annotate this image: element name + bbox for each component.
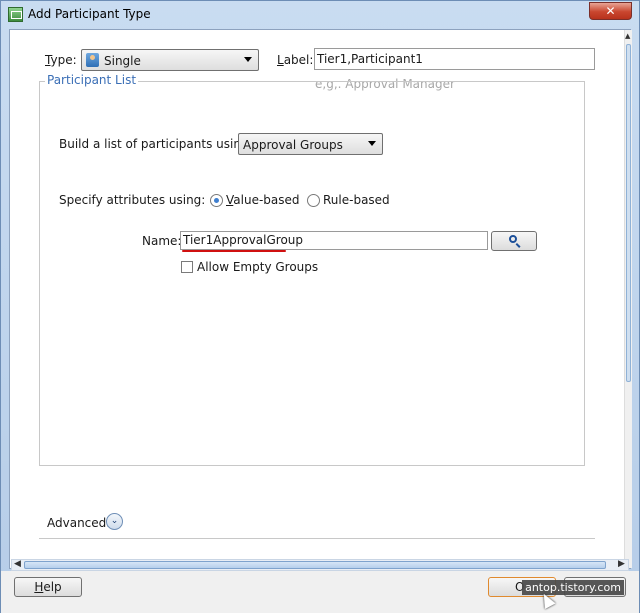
rule-based-radio[interactable]: [307, 194, 320, 207]
label-input[interactable]: Tier1,Participant1: [314, 48, 595, 70]
scroll-up-icon[interactable]: ▲: [625, 32, 630, 40]
close-button[interactable]: ✕: [589, 2, 632, 20]
build-list-label: Build a list of participants using:: [59, 137, 253, 151]
dialog-window: Add Participant Type ✕ ▲ Type: Single La…: [0, 0, 640, 613]
advanced-separator: [39, 538, 595, 539]
allow-empty-groups-checkbox[interactable]: [181, 261, 193, 273]
window-title: Add Participant Type: [28, 7, 151, 21]
scroll-left-icon[interactable]: ◀: [14, 559, 21, 569]
help-button-text: elp: [43, 580, 62, 594]
search-button[interactable]: [491, 231, 537, 251]
advanced-label: Advanced:: [47, 516, 111, 530]
vertical-scrollbar[interactable]: ▲: [624, 30, 632, 568]
specify-attributes-label: Specify attributes using:: [59, 193, 206, 207]
label-field-label-text: abel:: [283, 53, 314, 67]
vertical-scroll-thumb[interactable]: [626, 44, 631, 382]
rule-based-label[interactable]: Rule-based: [323, 193, 390, 207]
chevron-down-icon: [368, 141, 376, 146]
type-dropdown[interactable]: Single: [81, 49, 259, 71]
value-based-label[interactable]: Value-based: [226, 193, 300, 207]
chevron-down-icon: [244, 57, 252, 62]
app-icon: [8, 7, 23, 22]
name-input[interactable]: Tier1ApprovalGroup: [180, 231, 488, 250]
type-selected-value: Single: [104, 54, 141, 68]
value-based-radio[interactable]: [210, 194, 223, 207]
help-button[interactable]: Help: [14, 577, 82, 597]
name-label: Name:: [142, 234, 182, 248]
participant-list-legend: Participant List: [45, 73, 139, 87]
value-based-label-text: alue-based: [233, 193, 300, 207]
horizontal-scrollbar[interactable]: ◀ ▶: [11, 559, 629, 571]
type-label: Type:: [45, 53, 77, 67]
horizontal-scroll-thumb[interactable]: [24, 561, 606, 569]
search-icon: [509, 235, 517, 243]
type-label-text: ype:: [50, 53, 77, 67]
person-icon: [86, 53, 99, 67]
scroll-right-icon[interactable]: ▶: [618, 559, 625, 569]
allow-empty-groups-label[interactable]: Allow Empty Groups: [197, 260, 318, 274]
name-highlight-underline: [182, 250, 286, 252]
chevron-double-down-icon[interactable]: ⌄: [106, 513, 123, 530]
label-field-label: Label:: [277, 53, 314, 67]
title-bar[interactable]: Add Participant Type ✕: [1, 1, 639, 29]
watermark: antop.tistory.com: [522, 580, 624, 595]
build-list-selected-value: Approval Groups: [243, 138, 343, 152]
build-list-dropdown[interactable]: Approval Groups: [238, 133, 383, 155]
